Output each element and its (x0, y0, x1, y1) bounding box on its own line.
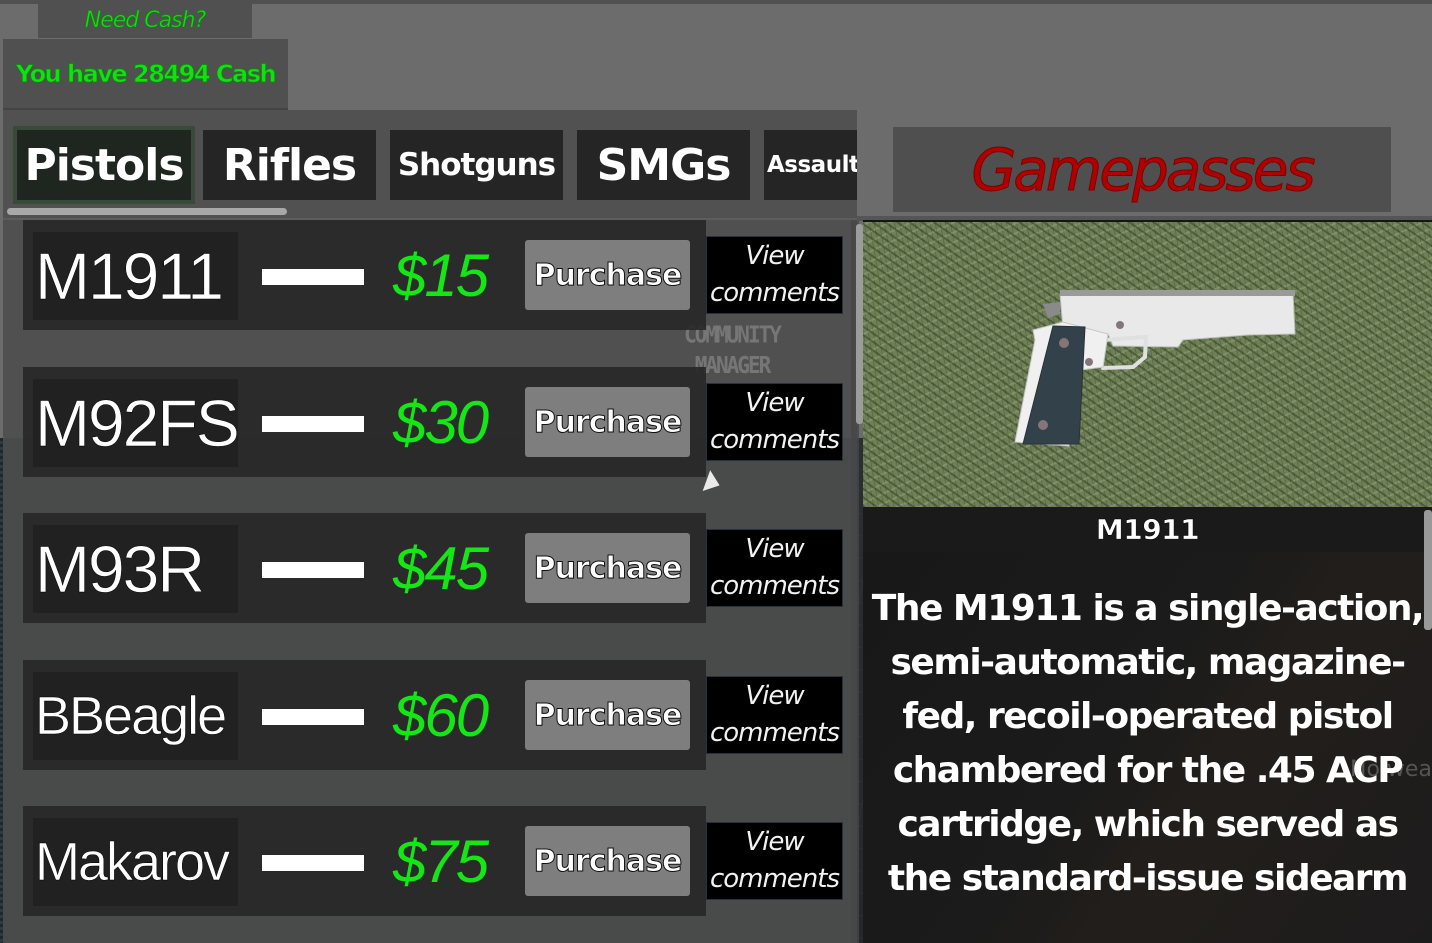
need-cash-button[interactable]: Need Cash? (38, 3, 252, 38)
weapon-price: $15 (393, 241, 489, 309)
separator-dash (262, 855, 364, 871)
tab-rifles[interactable]: Rifles (203, 130, 376, 200)
selected-weapon-title: M1911 (863, 507, 1432, 552)
cash-balance-label: You have 28494 Cash (3, 39, 288, 110)
purchase-button[interactable]: Purchase (525, 240, 690, 310)
view-comments-line-2: comments (709, 718, 840, 748)
weapon-price: $75 (393, 827, 489, 895)
weapon-preview-image (863, 222, 1432, 507)
weapon-name: M1911 (33, 232, 238, 320)
tab-shotguns[interactable]: Shotguns (390, 130, 563, 200)
pistol-icon (1014, 290, 1296, 447)
tab-pistols[interactable]: Pistols (17, 130, 191, 200)
view-comments-line-1: View (745, 388, 804, 418)
view-comments-line-2: comments (709, 864, 840, 894)
view-comments-line-2: comments (709, 425, 840, 455)
weapon-price: $60 (393, 681, 489, 749)
weapon-name: M92FS (33, 379, 240, 467)
list-scrollbar-thumb[interactable] (856, 224, 863, 424)
view-comments-line-1: View (745, 241, 804, 271)
tabs-horizontal-scrollbar[interactable] (7, 208, 287, 215)
weapon-row: M92FS $30 Purchase (23, 367, 706, 477)
weapon-row: Makarov $75 Purchase (23, 806, 706, 916)
weapon-name: BBeagle (33, 672, 238, 760)
view-comments-button[interactable]: View comments (706, 676, 843, 754)
purchase-button[interactable]: Purchase (525, 387, 690, 457)
view-comments-button[interactable]: View comments (706, 236, 843, 314)
description-scrollbar[interactable] (1424, 510, 1432, 630)
view-comments-line-1: View (745, 681, 804, 711)
weapon-list: M1911 $15 Purchase View comments M92FS $… (6, 220, 858, 943)
category-tabs: Pistols Rifles Shotguns SMGs Assault (3, 110, 857, 220)
weapon-info-panel: M1911 No weapo The M1911 is a single-act… (863, 220, 1432, 943)
purchase-button[interactable]: Purchase (525, 826, 690, 896)
weapon-row: M1911 $15 Purchase (23, 220, 706, 330)
weapon-row: BBeagle $60 Purchase (23, 660, 706, 770)
tab-smgs[interactable]: SMGs (577, 130, 750, 200)
view-comments-line-1: View (745, 534, 804, 564)
weapon-price: $45 (393, 534, 489, 602)
separator-dash (262, 709, 364, 725)
separator-dash (262, 416, 364, 432)
view-comments-line-2: comments (709, 278, 840, 308)
weapon-price: $30 (393, 388, 489, 456)
weapon-description: The M1911 is a single-action, semi-autom… (871, 588, 1425, 899)
separator-dash (262, 269, 364, 285)
view-comments-button[interactable]: View comments (706, 383, 843, 461)
view-comments-button[interactable]: View comments (706, 529, 843, 607)
weapon-name: Makarov (33, 818, 238, 906)
view-comments-button[interactable]: View comments (706, 822, 843, 900)
separator-dash (262, 562, 364, 578)
weapon-name: M93R (33, 525, 238, 613)
purchase-button[interactable]: Purchase (525, 533, 690, 603)
view-comments-line-1: View (745, 827, 804, 857)
purchase-button[interactable]: Purchase (525, 680, 690, 750)
gamepasses-button[interactable]: Gamepasses (893, 127, 1391, 212)
weapon-row: M93R $45 Purchase (23, 513, 706, 623)
view-comments-line-2: comments (709, 571, 840, 601)
weapon-description-area: No weapo The M1911 is a single-action, s… (863, 552, 1432, 943)
tab-assault[interactable]: Assault (764, 130, 857, 200)
